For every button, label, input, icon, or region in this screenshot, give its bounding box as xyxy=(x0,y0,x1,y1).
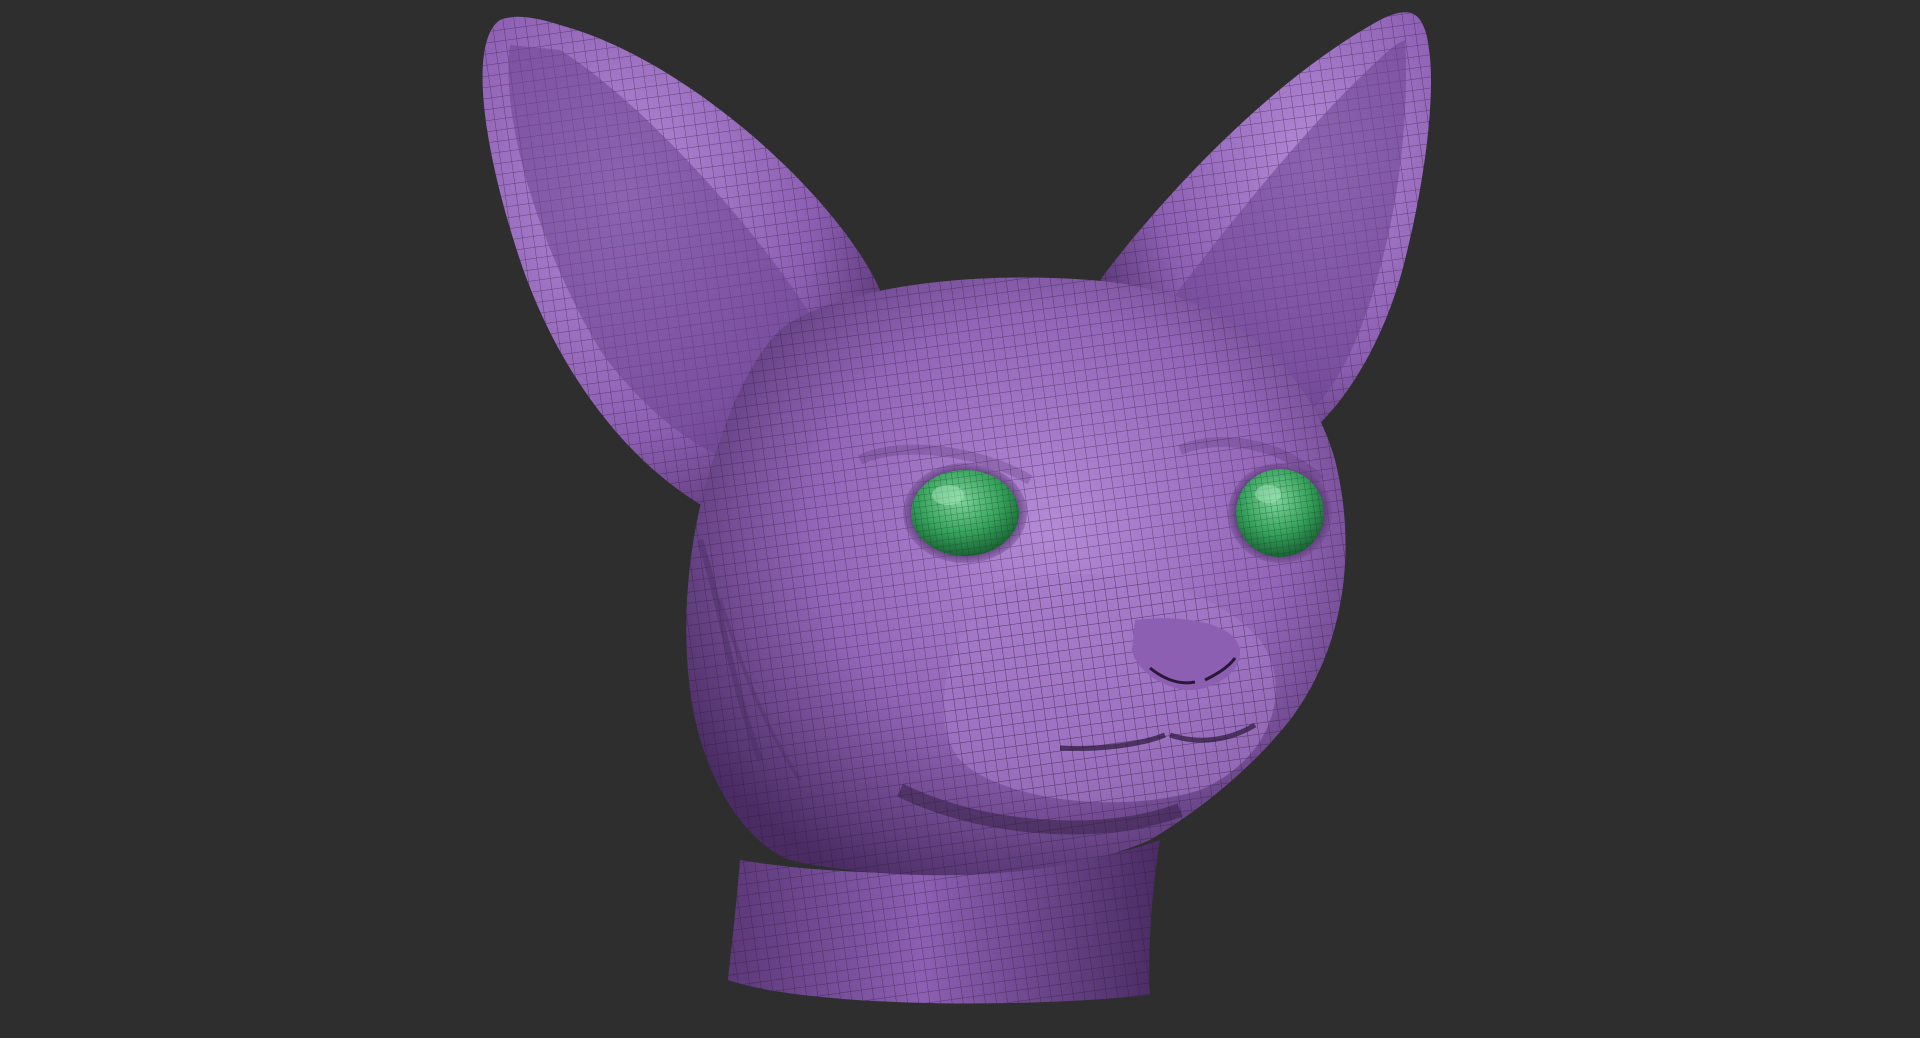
sculpt-render xyxy=(482,12,1432,1004)
right-eye xyxy=(1228,463,1332,563)
3d-viewport[interactable] xyxy=(0,0,1920,1038)
left-eye xyxy=(903,463,1027,563)
